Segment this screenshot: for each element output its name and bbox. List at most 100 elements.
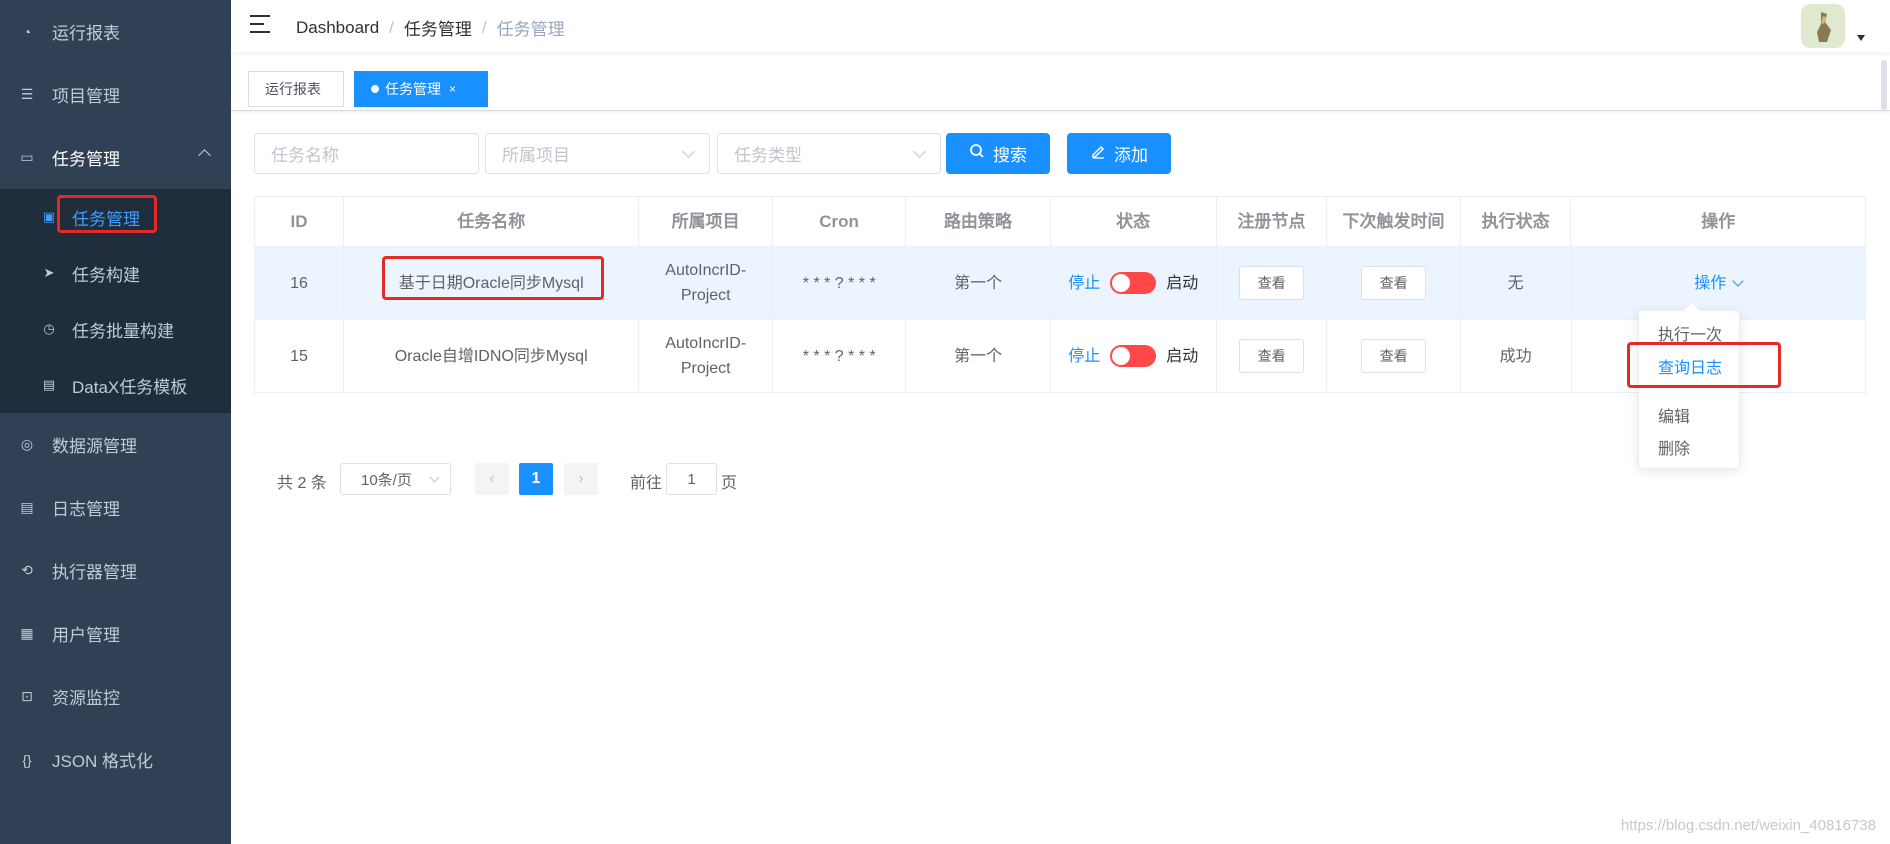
task-name-placeholder: 任务名称 [271,146,339,165]
view-next-trigger-button[interactable]: 查看 [1361,266,1427,300]
cell-status: 停止 启动 [1051,320,1217,392]
sidebar-item-json[interactable]: {} JSON 格式化 [0,728,231,791]
table-row: 16 基于日期Oracle同步Mysql AutoIncrID-Project … [255,247,1866,320]
toggle-knob [1112,347,1131,365]
chevron-down-icon [1732,274,1744,287]
tags-view: 运行报表 任务管理 × [231,56,1890,111]
task-type-select[interactable]: 任务类型 [717,133,941,174]
breadcrumb-item-tasks[interactable]: 任务管理 [404,15,472,40]
status-toggle[interactable] [1110,345,1157,367]
sidebar: ◔ 运行报表 ☰ 项目管理 ▭ 任务管理 ▣ 任务管理 ➤ 任务构建 ◷ 任务批… [0,0,231,844]
stop-label[interactable]: 停止 [1068,271,1100,296]
sidebar-item-executors[interactable]: ⟲ 执行器管理 [0,539,231,602]
view-node-button[interactable]: 查看 [1239,339,1305,373]
goto-page-input[interactable]: 1 [666,463,717,495]
toggle-knob [1112,274,1131,292]
cell-status: 停止 启动 [1051,247,1217,319]
start-label[interactable]: 启动 [1166,271,1198,296]
breadcrumb-item-dashboard[interactable]: Dashboard [296,18,379,38]
dial-icon: ◷ [43,321,55,336]
task-name-text: 基于日期Oracle同步Mysql [398,274,584,292]
sidebar-item-logs[interactable]: ▤ 日志管理 [0,476,231,539]
navbar: Dashboard / 任务管理 / 任务管理 [231,0,1890,52]
page-size-value: 10条/页 [361,471,412,489]
monitor-icon: ▭ [20,149,34,165]
document-icon: ▤ [20,499,34,515]
tag-dashboard[interactable]: 运行报表 [248,71,344,107]
search-button[interactable]: 搜索 [946,133,1050,174]
clipboard-icon: ▤ [42,377,56,392]
column-header: 状态 [1051,197,1217,246]
sidebar-item-label: 项目管理 [52,87,120,106]
caret-down-icon[interactable] [1857,35,1865,41]
cell-register-node: 查看 [1217,320,1328,392]
breadcrumb: Dashboard / 任务管理 / 任务管理 [296,15,565,40]
cell-next-trigger: 查看 [1327,320,1461,392]
column-header: ID [255,197,344,246]
dropdown-item-run-once[interactable]: 执行一次 [1658,321,1722,345]
close-icon[interactable]: × [449,82,456,96]
dashboard-icon: ◔ [22,23,32,40]
sidebar-subitem-datax-template[interactable]: ▤ DataX任务模板 [0,357,231,413]
cell-cron: * * * ? * * * [773,247,907,319]
view-node-button[interactable]: 查看 [1239,266,1305,300]
project-select[interactable]: 所属项目 [485,133,710,174]
sidebar-item-tasks[interactable]: ▭ 任务管理 [0,126,231,189]
prev-page-button[interactable]: ‹ [475,463,509,495]
goto-label: 前往 [630,475,663,492]
sidebar-item-label: 资源监控 [52,689,120,708]
column-header: 下次触发时间 [1327,197,1461,246]
start-label[interactable]: 启动 [1166,344,1198,369]
sidebar-item-label: 运行报表 [52,24,120,43]
cell-operation: 操作 [1572,247,1866,319]
sidebar-item-projects[interactable]: ☰ 项目管理 [0,63,231,126]
chevron-up-icon [198,149,211,162]
next-page-button[interactable]: › [564,463,598,495]
sidebar-subitem-task-management[interactable]: ▣ 任务管理 [0,189,231,245]
edit-icon [1090,143,1106,164]
tag-task-management[interactable]: 任务管理 × [354,71,488,107]
column-header: 执行状态 [1461,197,1572,246]
dropdown-item-query-log[interactable]: 查询日志 [1658,354,1722,378]
sidebar-subitem-label: 任务构建 [72,265,140,285]
submenu-tasks: ▣ 任务管理 ➤ 任务构建 ◷ 任务批量构建 ▤ DataX任务模板 [0,189,231,413]
dropdown-item-delete[interactable]: 删除 [1658,435,1690,459]
sidebar-item-label: 执行器管理 [52,563,137,582]
page-number-button[interactable]: 1 [519,463,553,495]
page-size-select[interactable]: 10条/页 [340,463,451,495]
add-button[interactable]: 添加 [1067,133,1171,174]
avatar-image [1801,4,1845,48]
status-toggle[interactable] [1110,272,1157,294]
add-button-label: 添加 [1114,146,1148,165]
table-row: 15 Oracle自增IDNO同步Mysql AutoIncrID-Projec… [255,320,1866,393]
sidebar-subitem-label: DataX任务模板 [72,377,188,397]
scrollbar[interactable] [1881,60,1887,110]
column-header: Cron [773,197,907,246]
sidebar-item-monitor[interactable]: ⊡ 资源监控 [0,665,231,728]
sidebar-item-users[interactable]: ▦ 用户管理 [0,602,231,665]
sidebar-subitem-batch-build[interactable]: ◷ 任务批量构建 [0,301,231,357]
tag-label: 运行报表 [265,81,321,97]
chevron-down-icon [682,145,695,158]
search-button-label: 搜索 [993,146,1027,165]
column-header: 路由策略 [906,197,1051,246]
sidebar-item-dashboard[interactable]: ◔ 运行报表 [0,0,231,63]
cell-id: 16 [255,247,344,319]
task-name-input[interactable]: 任务名称 [254,133,479,174]
dropdown-item-edit[interactable]: 编辑 [1658,403,1690,427]
avatar[interactable] [1801,4,1845,48]
menu-toggle-icon[interactable] [250,15,270,33]
sidebar-subitem-task-build[interactable]: ➤ 任务构建 [0,245,231,301]
chevron-right-icon: › [578,470,584,487]
status-switch-group: 停止 启动 [1068,344,1198,369]
operation-dropdown-trigger[interactable]: 操作 [1694,271,1744,296]
database-icon: ☰ [20,86,34,102]
sidebar-subitem-label: 任务批量构建 [72,321,174,341]
chevron-down-icon [913,145,926,158]
status-switch-group: 停止 启动 [1068,271,1198,296]
cell-exec-status: 无 [1461,247,1572,319]
sidebar-item-datasource[interactable]: ◎ 数据源管理 [0,413,231,476]
stop-label[interactable]: 停止 [1068,344,1100,369]
sidebar-item-label: 用户管理 [52,626,120,645]
view-next-trigger-button[interactable]: 查看 [1361,339,1427,373]
